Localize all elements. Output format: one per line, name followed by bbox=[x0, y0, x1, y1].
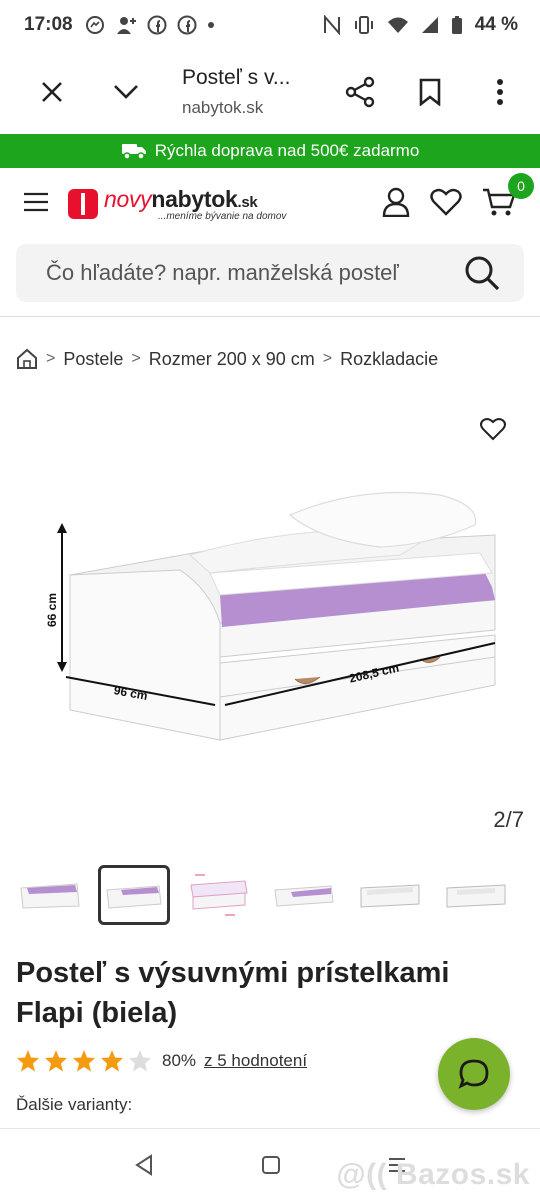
truck-icon bbox=[121, 144, 146, 160]
product-gallery[interactable]: 66 cm 96 cm 208,5 cm 2/7 bbox=[0, 395, 540, 832]
dim-height-label: 66 cm bbox=[45, 593, 59, 627]
thumbnail-image bbox=[20, 883, 80, 909]
breadcrumb-item-rozmer[interactable]: Rozmer 200 x 90 cm bbox=[149, 349, 315, 370]
browser-toolbar: Posteľ s v... nabytok.sk bbox=[0, 50, 540, 134]
bookmark-button[interactable] bbox=[408, 70, 452, 114]
nfc-icon bbox=[323, 15, 340, 35]
page-title: Posteľ s v... bbox=[182, 66, 291, 89]
thumbnail-1[interactable] bbox=[12, 867, 88, 923]
hamburger-icon bbox=[24, 192, 48, 211]
add-contact-icon bbox=[116, 17, 136, 34]
notification-icons bbox=[85, 15, 215, 35]
bookmark-icon bbox=[419, 78, 441, 106]
site-header: novynabytok.sk ...meníme bývanie na domo… bbox=[0, 168, 540, 240]
add-to-wishlist-button[interactable] bbox=[480, 417, 506, 446]
cart-button[interactable]: 0 bbox=[482, 172, 534, 222]
thumbnail-image bbox=[446, 884, 506, 908]
logo-novy: novy bbox=[104, 186, 152, 212]
share-button[interactable] bbox=[338, 70, 382, 114]
system-icons: 44 % bbox=[323, 14, 518, 36]
header-divider bbox=[0, 316, 540, 317]
search-placeholder: Čo hľadáte? napr. manželská posteľ bbox=[46, 260, 399, 285]
gallery-thumbnails bbox=[0, 865, 540, 925]
logo-mark bbox=[68, 189, 98, 219]
star-filled-icon bbox=[17, 1050, 39, 1072]
thumbnail-image bbox=[360, 884, 420, 908]
thumbnail-image bbox=[190, 874, 248, 916]
thumbnail-6[interactable] bbox=[438, 867, 514, 923]
thumbnail-3[interactable] bbox=[180, 867, 256, 923]
breadcrumb-item-postele[interactable]: Postele bbox=[63, 349, 123, 370]
home-icon[interactable] bbox=[16, 348, 38, 370]
status-bar: 17:08 44 % bbox=[0, 0, 540, 50]
facebook-icon bbox=[147, 15, 167, 35]
battery-icon bbox=[451, 16, 462, 34]
logo-nabytok: nabytok bbox=[151, 186, 238, 212]
reviews-link[interactable]: z 5 hodnotení bbox=[204, 1051, 307, 1071]
back-icon[interactable] bbox=[133, 1153, 155, 1176]
account-button[interactable] bbox=[382, 187, 410, 222]
share-icon bbox=[345, 76, 375, 108]
heart-icon bbox=[480, 418, 506, 441]
vibrate-icon bbox=[354, 16, 373, 34]
home-button-icon[interactable] bbox=[261, 1155, 281, 1175]
page-info[interactable]: Posteľ s v... nabytok.sk bbox=[148, 66, 338, 118]
search-input[interactable]: Čo hľadáte? napr. manželská posteľ bbox=[16, 244, 524, 302]
battery-level: 44 % bbox=[474, 14, 518, 35]
breadcrumb-separator: > bbox=[46, 350, 56, 367]
close-tab-button[interactable] bbox=[30, 70, 74, 114]
search-icon[interactable] bbox=[464, 255, 500, 291]
wishlist-button[interactable] bbox=[430, 188, 462, 221]
thumbnail-image bbox=[274, 885, 334, 907]
star-empty-icon bbox=[129, 1050, 151, 1072]
watermark: @(( Bazos.sk bbox=[336, 1158, 530, 1191]
breadcrumb-separator: > bbox=[131, 350, 141, 367]
breadcrumb-item-rozkladacie[interactable]: Rozkladacie bbox=[340, 349, 438, 370]
star-filled-icon bbox=[101, 1050, 123, 1072]
breadcrumb-separator: > bbox=[322, 350, 333, 367]
product-image-bed: 66 cm 96 cm 208,5 cm bbox=[45, 491, 496, 741]
chat-button[interactable] bbox=[438, 1038, 510, 1110]
thumbnail-4[interactable] bbox=[266, 867, 342, 923]
star-filled-icon bbox=[73, 1050, 95, 1072]
logo-tagline: ...meníme bývanie na domov bbox=[158, 211, 287, 222]
site-logo[interactable]: novynabytok.sk ...meníme bývanie na domo… bbox=[68, 186, 286, 222]
thumbnail-image bbox=[106, 885, 162, 909]
heart-icon bbox=[430, 188, 462, 216]
gallery-counter: 2/7 bbox=[493, 807, 524, 832]
chevron-down-icon bbox=[114, 85, 138, 99]
more-vertical-icon bbox=[497, 79, 503, 105]
facebook-icon bbox=[177, 15, 197, 35]
product-title: Posteľ s výsuvnými prístelkami Flapi (bi… bbox=[16, 957, 450, 1029]
wifi-icon bbox=[387, 17, 408, 33]
chat-icon bbox=[458, 1059, 489, 1089]
status-time: 17:08 bbox=[24, 14, 73, 35]
thumbnail-5[interactable] bbox=[352, 867, 428, 923]
logo-tld: .sk bbox=[237, 194, 258, 211]
star-filled-icon bbox=[45, 1050, 67, 1072]
user-icon bbox=[382, 187, 410, 217]
close-icon bbox=[42, 82, 62, 102]
collapse-button[interactable] bbox=[104, 70, 148, 114]
promo-text: Rýchla doprava nad 500€ zadarmo bbox=[154, 141, 420, 160]
promo-banner: Rýchla doprava nad 500€ zadarmo bbox=[0, 134, 540, 168]
cart-count-badge: 0 bbox=[508, 172, 534, 199]
dot-icon bbox=[207, 22, 214, 28]
signal-icon bbox=[421, 17, 438, 33]
messenger-icon bbox=[85, 16, 104, 34]
breadcrumb: > Postele > Rozmer 200 x 90 cm > Rozklad… bbox=[0, 339, 540, 379]
thumbnail-2[interactable] bbox=[98, 865, 170, 925]
rating-percentage: 80% bbox=[162, 1051, 197, 1070]
rating-stars bbox=[16, 1049, 152, 1073]
more-menu-button[interactable] bbox=[478, 70, 522, 114]
menu-button[interactable] bbox=[24, 192, 48, 217]
page-domain: nabytok.sk bbox=[182, 98, 264, 117]
